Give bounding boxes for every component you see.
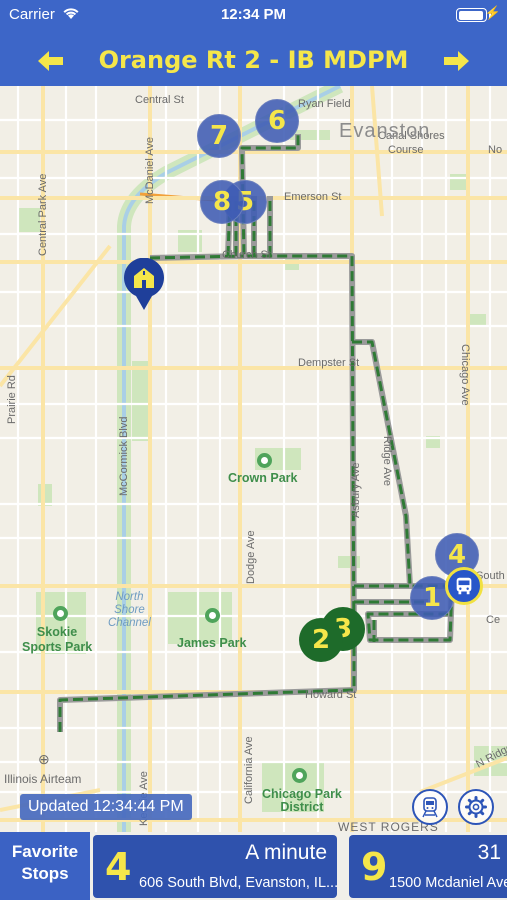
train-button[interactable] xyxy=(412,789,448,825)
street-label: Dodge Ave xyxy=(245,530,257,584)
favorite-stop-card[interactable]: 4 A minute 606 South Blvd, Evanston, IL.… xyxy=(93,835,337,898)
place-label: Ce xyxy=(486,614,501,626)
street-label: McCormick Blvd xyxy=(118,416,130,496)
route-map[interactable]: Central St Ryan Field Canal Shores Cours… xyxy=(0,86,507,832)
charging-icon: ⚡ xyxy=(484,5,501,20)
street-label: Church St xyxy=(222,249,271,261)
favorite-stop-address: 1500 Mcdaniel Ave xyxy=(389,875,507,891)
favorite-stop-card[interactable]: 9 31 1500 Mcdaniel Ave xyxy=(349,835,507,898)
park-pin-icon xyxy=(292,768,307,783)
favorite-stop-arrival: 31 xyxy=(477,841,501,864)
street-label: Howard St xyxy=(305,689,357,701)
street-label: Central Park Ave xyxy=(37,173,49,256)
favorites-bar: Favorite Stops 4 A minute 606 South Blvd… xyxy=(0,832,507,900)
park-pin-icon xyxy=(53,606,68,621)
city-label: Evanston xyxy=(339,120,431,142)
next-route-button[interactable] xyxy=(442,48,470,74)
bus-location-marker[interactable] xyxy=(445,567,483,605)
place-icon: ⊕ xyxy=(38,751,50,767)
favorite-stop-address: 606 South Blvd, Evanston, IL... xyxy=(139,875,337,891)
street-label: California Ave xyxy=(243,736,255,804)
street-label: Ridge Ave xyxy=(381,436,393,486)
gear-icon xyxy=(465,796,487,818)
previous-route-button[interactable] xyxy=(37,48,65,74)
street-label: Emerson St xyxy=(284,191,342,203)
street-label: Asbury Ave xyxy=(350,462,362,518)
place-label: Illinois Airteam xyxy=(4,772,82,786)
street-label: McDaniel Ave xyxy=(144,136,156,204)
arrow-left-icon xyxy=(38,51,63,71)
train-icon xyxy=(422,797,438,818)
park-pin-icon xyxy=(257,453,272,468)
street-label: Chicago Ave xyxy=(459,344,471,406)
favorite-stop-arrival: A minute xyxy=(245,841,327,864)
street-label: Central St xyxy=(135,94,184,106)
favorite-stop-number: 9 xyxy=(361,845,388,889)
park-label: James Park xyxy=(177,636,247,650)
stop-marker-8[interactable]: 8 xyxy=(200,180,244,224)
place-label: Course xyxy=(388,144,424,156)
route-title: Orange Rt 2 - IB MDPM xyxy=(98,46,409,74)
favorite-stop-number: 4 xyxy=(105,845,132,889)
top-bar: Carrier 12:34 PM ⚡ Orange Rt 2 - IB MDPM xyxy=(0,0,507,86)
place-label: No xyxy=(488,144,503,156)
stop-marker-6[interactable]: 6 xyxy=(255,99,299,143)
updated-time-label: Updated 12:34:44 PM xyxy=(20,794,192,820)
stop-marker-7[interactable]: 7 xyxy=(197,114,241,158)
park-label: Chicago Park District xyxy=(262,787,342,814)
place-label: Ryan Field xyxy=(298,98,351,110)
arrow-right-icon xyxy=(444,51,469,71)
status-bar: Carrier 12:34 PM ⚡ xyxy=(0,0,507,30)
park-label: Crown Park xyxy=(228,471,298,485)
battery-icon xyxy=(456,8,487,22)
park-pin-icon xyxy=(205,608,220,623)
street-label: Prairie Rd xyxy=(6,375,18,424)
street-label: Dempster St xyxy=(298,357,360,369)
bus-icon xyxy=(456,577,472,595)
channel-label: North Shore Channel xyxy=(108,591,151,629)
stop-marker-2[interactable]: 2 xyxy=(299,618,343,662)
status-time: 12:34 PM xyxy=(220,6,287,23)
park-label: Skokie Sports Park xyxy=(22,625,93,654)
settings-button[interactable] xyxy=(458,789,494,825)
school-icon[interactable] xyxy=(122,258,166,312)
favorite-stops-label: Favorite Stops xyxy=(0,832,90,900)
